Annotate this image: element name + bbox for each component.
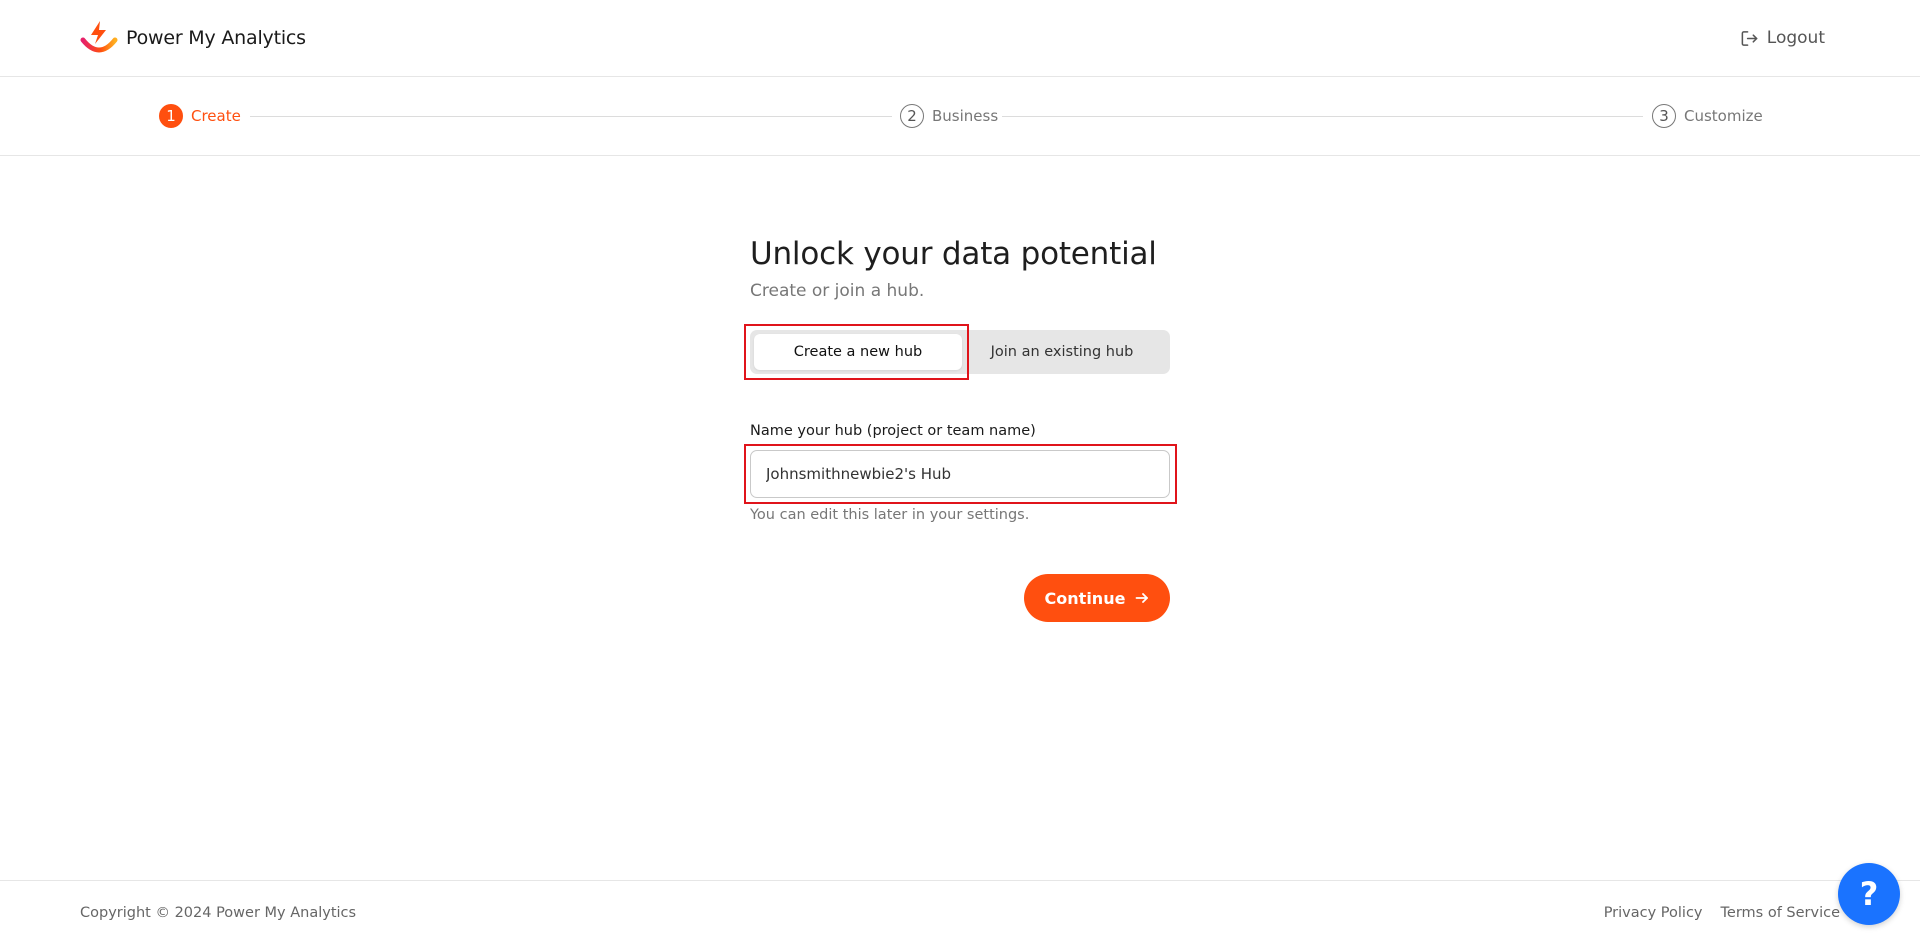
copyright-text: Copyright © 2024 Power My Analytics — [80, 905, 357, 921]
page-subtitle: Create or join a hub. — [750, 281, 925, 301]
bolt-smile-logo-icon — [80, 21, 118, 53]
step-label: Business — [932, 107, 999, 125]
step-customize: 3 Customize — [1652, 103, 1763, 129]
step-business: 2 Business — [900, 103, 998, 129]
step-number: 3 — [1652, 104, 1676, 128]
create-hub-form: Unlock your data potential Create or joi… — [744, 233, 1177, 622]
terms-of-service-link[interactable]: Terms of Service — [1721, 905, 1840, 921]
step-label: Customize — [1684, 107, 1763, 125]
brand-name: Power My Analytics — [126, 27, 306, 49]
help-icon: ? — [1859, 875, 1879, 913]
privacy-policy-link[interactable]: Privacy Policy — [1604, 905, 1703, 921]
step-number: 1 — [159, 104, 183, 128]
hub-mode-toggle: Create a new hub Join an existing hub — [750, 330, 1170, 374]
continue-button[interactable]: Continue — [1024, 574, 1170, 622]
step-connector-1 — [250, 116, 892, 117]
progress-stepper: 1 Create 2 Business 3 Customize — [0, 77, 1920, 156]
join-existing-hub-tab[interactable]: Join an existing hub — [958, 334, 1166, 370]
step-connector-2 — [1002, 116, 1643, 117]
step-label: Create — [191, 107, 241, 125]
top-header: Power My Analytics Logout — [0, 0, 1920, 77]
hub-name-input[interactable] — [750, 450, 1170, 498]
step-create: 1 Create — [159, 103, 241, 129]
page-title: Unlock your data potential — [750, 236, 1157, 272]
hub-name-hint: You can edit this later in your settings… — [750, 507, 1030, 523]
continue-label: Continue — [1044, 588, 1126, 608]
help-button[interactable]: ? — [1838, 863, 1900, 925]
step-number: 2 — [900, 104, 924, 128]
arrow-right-icon — [1136, 593, 1149, 603]
logout-icon — [1741, 30, 1758, 46]
hub-name-label: Name your hub (project or team name) — [750, 423, 1036, 439]
create-new-hub-tab[interactable]: Create a new hub — [754, 334, 962, 370]
footer-links: Privacy Policy Terms of Service — [1604, 905, 1840, 921]
page: Power My Analytics Logout 1 Create 2 Bus… — [0, 0, 1920, 945]
footer: Copyright © 2024 Power My Analytics Priv… — [0, 880, 1920, 945]
brand-logo[interactable]: Power My Analytics — [80, 20, 306, 56]
logout-button[interactable]: Logout — [1740, 24, 1825, 52]
logout-label: Logout — [1766, 28, 1825, 48]
